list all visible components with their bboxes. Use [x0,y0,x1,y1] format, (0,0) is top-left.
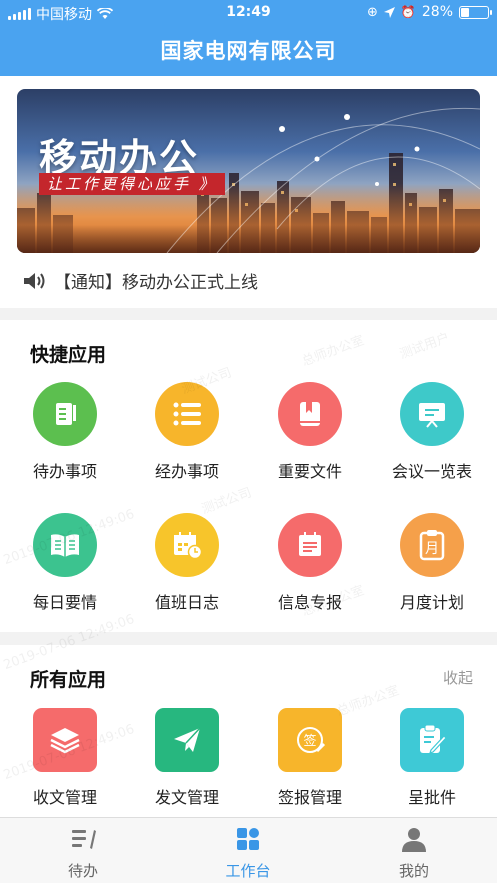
quick-apps-section: 快捷应用 待办事项 经办事项 重要文件 会议一览表 每日要情 值班日志 信息专报… [0,320,497,632]
app-info-report[interactable]: 信息专报 [248,513,372,613]
bookmark-file-icon [278,382,342,446]
tab-mine[interactable]: 我的 [331,818,497,883]
app-label: 收文管理 [32,788,97,807]
todo-tab-icon [72,830,96,849]
list-icon [155,382,219,446]
tab-label: 待办 [67,862,98,880]
app-label: 签报管理 [277,788,342,807]
header-card: 移动办公 让工作更得心应手 》 【通知】移动办公正式上线 [0,76,497,308]
location-icon [383,6,395,18]
tab-label: 工作台 [225,862,271,880]
speaker-icon [24,272,45,289]
app-label: 信息专报 [277,593,342,612]
news-icon [278,513,342,577]
app-label: 每日要情 [32,593,97,612]
person-icon [402,828,426,852]
section-title: 快捷应用 [30,344,107,366]
open-book-icon [33,513,97,577]
banner-subtitle: 让工作更得心应手 》 [39,173,225,195]
app-label: 重要文件 [277,462,342,481]
app-label: 会议一览表 [391,462,472,481]
section-title: 所有应用 [30,669,107,691]
page-title: 国家电网有限公司 [0,26,497,76]
all-apps-section: 所有应用 收起 收文管理 发文管理 签 签报管理 呈批件 [0,645,497,817]
workbench-icon [237,828,259,850]
clipboard-month-icon: 月 [400,513,464,577]
app-label: 发文管理 [154,788,219,807]
tab-label: 我的 [398,862,429,880]
banner[interactable]: 移动办公 让工作更得心应手 》 [17,89,480,253]
calendar-clock-icon [155,513,219,577]
sign-char: 签 [303,733,316,749]
app-handled[interactable]: 经办事项 [125,382,249,482]
app-todo[interactable]: 待办事项 [3,382,127,482]
todo-icon [33,382,97,446]
app-outgoing-docs[interactable]: 发文管理 [125,708,249,808]
tab-todo[interactable]: 待办 [0,818,166,883]
app-approval[interactable]: 呈批件 [370,708,494,808]
notice-bar[interactable]: 【通知】移动办公正式上线 [22,268,258,293]
collapse-button[interactable]: 收起 [443,667,473,688]
app-label: 待办事项 [32,462,97,481]
edit-doc-icon [400,708,464,772]
battery-icon [459,5,492,19]
app-monthly-plan[interactable]: 月 月度计划 [370,513,494,613]
app-label: 呈批件 [407,788,456,807]
app-sign-report[interactable]: 签 签报管理 [248,708,372,808]
layers-icon [33,708,97,772]
app-daily-brief[interactable]: 每日要情 [3,513,127,613]
app-label: 值班日志 [154,593,219,612]
status-bar: 中国移动 12:49 ⊕ ⏰ 28% [0,0,497,26]
meeting-board-icon [400,382,464,446]
app-label: 经办事项 [154,462,219,481]
app-important-files[interactable]: 重要文件 [248,382,372,482]
notice-text: 【通知】移动办公正式上线 [54,273,258,293]
app-duty-log[interactable]: 值班日志 [125,513,249,613]
app-label: 月度计划 [399,593,464,612]
app-incoming-docs[interactable]: 收文管理 [3,708,127,808]
battery-percent: 28% [421,4,453,20]
tab-workbench[interactable]: 工作台 [165,818,331,883]
bottom-tab-bar: 待办 工作台 我的 [0,817,497,883]
paper-plane-icon [155,708,219,772]
alarm-icon: ⏰ [400,5,416,19]
app-meeting-list[interactable]: 会议一览表 [370,382,494,482]
rotation-lock-icon: ⊕ [367,4,378,20]
month-char: 月 [425,541,439,557]
sign-icon: 签 [278,708,342,772]
